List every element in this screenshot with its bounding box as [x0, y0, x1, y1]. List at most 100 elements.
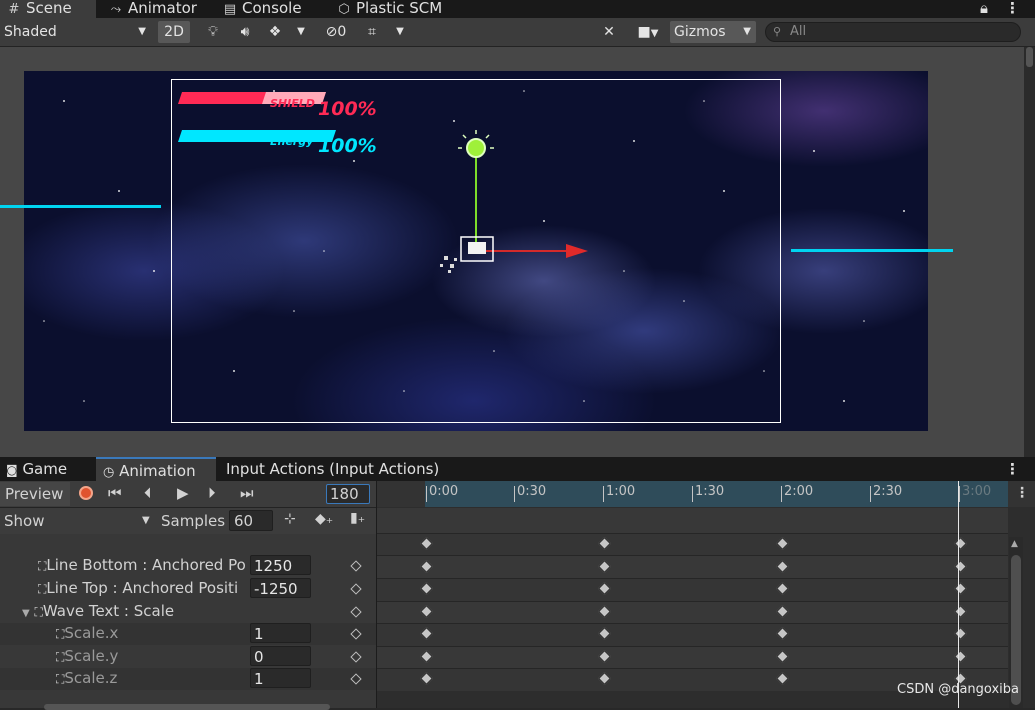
tab-input-actions-label: Input Actions (Input Actions) [226, 460, 440, 478]
show-dropdown[interactable]: Show ▼ [4, 511, 154, 531]
lighting-toggle-icon[interactable]: 💡︎ [200, 21, 226, 43]
dopesheet-timeline[interactable]: 0:00 0:30 1:00 1:30 2:00 2:30 3:00 ⋮ ▲ [376, 481, 1035, 708]
tab-plastic-scm[interactable]: ⬡ Plastic SCM [336, 0, 442, 18]
tab-scene-label: Scene [26, 0, 72, 17]
grid-snap-icon[interactable]: ⌗ [360, 21, 384, 43]
property-value-field[interactable]: -1250 [250, 578, 311, 598]
effects-dropdown-icon[interactable]: ▼ [293, 21, 309, 43]
preview-label: Preview [5, 485, 64, 503]
ruler-tick: 2:30 [869, 484, 903, 502]
search-placeholder: All [790, 24, 807, 39]
previous-keyframe-icon[interactable]: ⏴ [144, 484, 152, 502]
property-name: ⛶Scale.y [56, 647, 119, 665]
keyframe-toggle-icon[interactable] [350, 560, 362, 572]
timeline-menu-icon[interactable]: ⋮ [1008, 481, 1035, 507]
shield-value: 100% [318, 98, 377, 120]
tab-scene[interactable]: # Scene [0, 0, 96, 18]
play-icon[interactable]: ▶ [177, 484, 189, 502]
curve-tangent-icon[interactable]: ⊹ [284, 511, 296, 527]
animation-toolbar-secondary: Show ▼ Samples 60 ⊹ ◆₊ ▮₊ [0, 508, 376, 534]
preview-button[interactable]: Preview [0, 482, 70, 506]
camera-dropdown[interactable]: ■▼ [628, 21, 668, 43]
camera-icon: ■ [637, 24, 651, 40]
time-ruler[interactable]: 0:00 0:30 1:00 1:30 2:00 2:30 3:00 [425, 481, 1008, 507]
record-button[interactable] [79, 486, 93, 500]
property-value-field[interactable]: 1250 [250, 555, 311, 575]
frame-value: 180 [330, 485, 359, 503]
property-row[interactable]: ⛶Line Top : Anchored Positi -1250 [0, 578, 376, 600]
x-axis-handle[interactable] [566, 244, 588, 258]
line-top-object[interactable] [0, 205, 161, 208]
property-list: ⛶Line Bottom : Anchored Po 1250 ⛶Line To… [0, 534, 376, 710]
samples-label: Samples [161, 512, 226, 530]
tab-animator[interactable]: ⤳ Animator [108, 0, 197, 18]
property-row[interactable]: ⛶Scale.z 1 [0, 668, 376, 690]
hidden-objects-toggle[interactable]: ⊘0 [316, 21, 356, 43]
shield-label: SHIELD [270, 97, 315, 110]
y-axis-handle[interactable] [466, 138, 486, 158]
chevron-down-icon: ▼ [142, 515, 150, 526]
move-gizmo[interactable] [430, 130, 600, 280]
ruler-tick: 1:00 [602, 484, 636, 502]
hidden-count: 0 [337, 24, 347, 40]
audio-toggle-icon[interactable]: 🔊︎ [232, 21, 258, 43]
property-value-field[interactable]: 0 [250, 646, 311, 666]
search-icon: ⚲ [773, 25, 782, 38]
bottom-tab-bar: ◙ Game ◷ Animation Input Actions (Input … [0, 457, 1035, 481]
expand-triangle-icon[interactable]: ▼ [22, 608, 30, 619]
panel-menu-icon[interactable]: ⋮ [1005, 457, 1020, 481]
keyframe-toggle-icon[interactable] [350, 673, 362, 685]
tab-menu-icon[interactable]: ⋮ [1005, 0, 1020, 18]
ruler-tick: 0:30 [513, 484, 547, 502]
keyframe-toggle-icon[interactable] [350, 628, 362, 640]
line-bottom-object[interactable] [791, 249, 953, 252]
scene-toolbar: Shaded ▼ 2D 💡︎ 🔊︎ ❖ ▼ ⊘0 ⌗ ▼ ✕ ■▼ Gizmos… [0, 18, 1035, 47]
tools-icon[interactable]: ✕ [596, 21, 622, 43]
property-value-field[interactable]: 1 [250, 668, 311, 688]
clock-icon: ◷ [103, 465, 115, 480]
viewport-scrollbar[interactable] [1024, 47, 1035, 457]
effects-toggle-icon[interactable]: ❖ [262, 21, 288, 43]
add-keyframe-icon[interactable]: ◆₊ [315, 511, 333, 527]
property-list-scrollbar[interactable] [44, 704, 330, 710]
transform-icon: ⛶ [34, 605, 43, 619]
tab-plastic-scm-label: Plastic SCM [356, 0, 443, 17]
hash-icon: # [8, 2, 20, 17]
property-row[interactable]: ⛶Scale.x 1 [0, 623, 376, 645]
energy-value: 100% [318, 135, 377, 157]
grid-dropdown-icon[interactable]: ▼ [392, 21, 408, 43]
shading-mode-dropdown[interactable]: Shaded ▼ [4, 21, 150, 43]
keyframe-toggle-icon[interactable] [350, 583, 362, 595]
lock-icon[interactable]: 🔒︎ [980, 0, 988, 18]
property-row[interactable]: ⛶Line Bottom : Anchored Po 1250 [0, 555, 376, 577]
scroll-up-icon[interactable]: ▲ [1011, 539, 1018, 549]
playhead[interactable] [958, 481, 959, 708]
samples-field[interactable]: 60 [229, 510, 273, 531]
first-keyframe-icon[interactable]: ⏮ [108, 484, 122, 502]
property-value-field[interactable]: 1 [250, 623, 311, 643]
tab-game[interactable]: ◙ Game [6, 457, 67, 481]
ruler-tick: 0:00 [425, 484, 459, 502]
gizmos-dropdown[interactable]: Gizmos ▼ [670, 21, 756, 43]
keyframe-toggle-icon[interactable] [350, 651, 362, 663]
tab-animation[interactable]: ◷ Animation [96, 457, 216, 481]
next-keyframe-icon[interactable]: ⏵ [208, 484, 216, 502]
property-row[interactable]: ▼ ⛶Wave Text : Scale [0, 601, 376, 623]
frame-field[interactable]: 180 [326, 484, 370, 504]
keyframe-toggle-icon[interactable] [350, 606, 362, 618]
add-event-icon[interactable]: ▮₊ [350, 510, 365, 526]
chevron-down-icon: ▼ [743, 26, 751, 37]
search-input[interactable]: ⚲ All [765, 22, 1021, 42]
last-keyframe-icon[interactable]: ⏭ [240, 484, 254, 502]
energy-label: Energy [270, 135, 314, 148]
property-row[interactable]: ⛶Scale.y 0 [0, 646, 376, 668]
ruler-tick: 2:00 [780, 484, 814, 502]
show-label: Show [4, 512, 45, 530]
samples-value: 60 [234, 512, 254, 530]
tab-console-label: Console [242, 0, 302, 17]
event-row[interactable] [377, 508, 1008, 534]
2d-toggle-button[interactable]: 2D [158, 21, 190, 43]
tab-input-actions[interactable]: Input Actions (Input Actions) [226, 457, 439, 481]
tab-console[interactable]: ▤ Console [222, 0, 302, 18]
tab-animator-label: Animator [128, 0, 197, 17]
